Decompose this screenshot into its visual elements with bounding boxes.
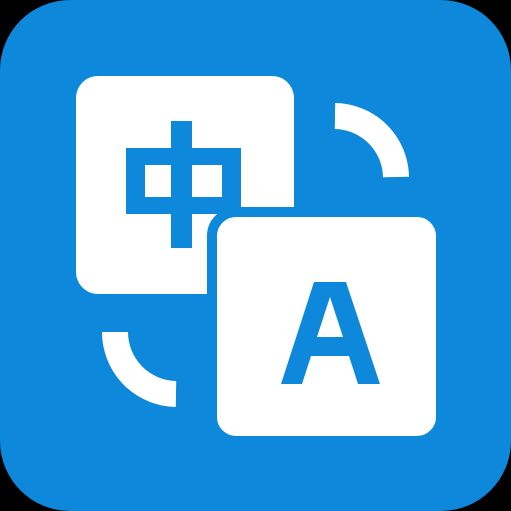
translate-app-icon[interactable] (0, 0, 511, 511)
target-language-tile (207, 207, 446, 446)
